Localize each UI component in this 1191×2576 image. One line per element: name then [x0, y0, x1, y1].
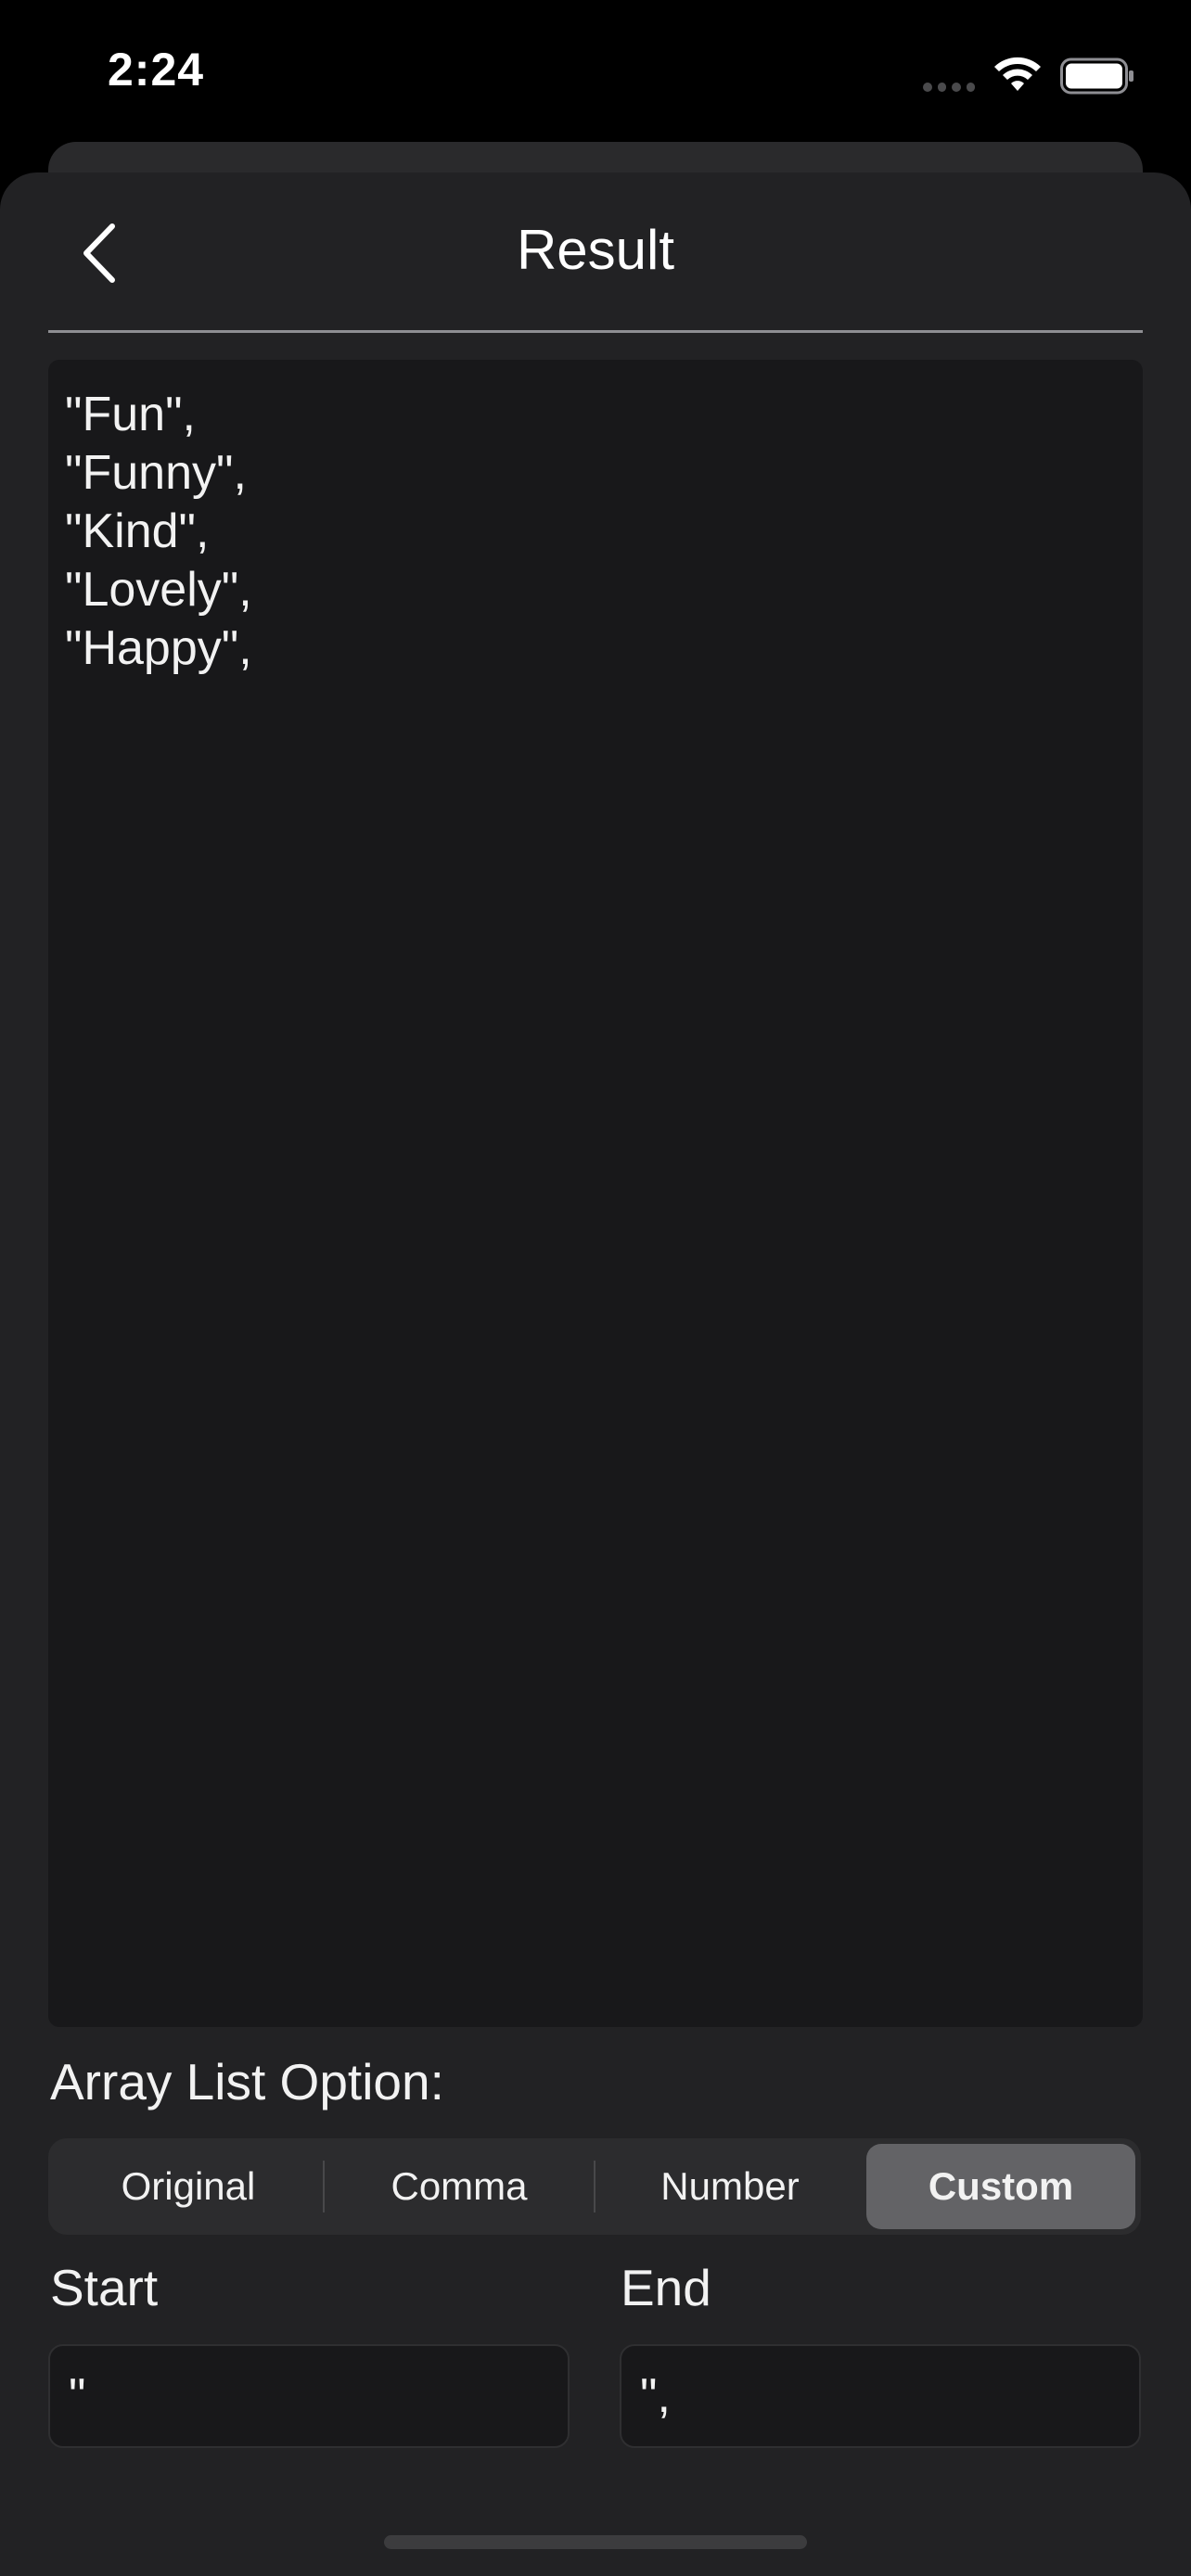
status-time: 2:24 [108, 44, 205, 96]
array-list-option-control: Original Comma Number Custom [48, 2138, 1141, 2235]
start-label: Start [50, 2259, 159, 2316]
end-field[interactable] [620, 2344, 1141, 2448]
header-divider [48, 330, 1143, 333]
result-line: "Kind", [65, 504, 210, 558]
result-line: "Fun", [65, 388, 196, 441]
result-line: "Happy", [65, 621, 252, 675]
battery-icon [1060, 57, 1133, 95]
segment-custom[interactable]: Custom [866, 2144, 1135, 2229]
segment-original[interactable]: Original [54, 2144, 323, 2229]
array-list-option-label: Array List Option: [50, 2053, 444, 2111]
segment-comma[interactable]: Comma [325, 2144, 594, 2229]
wifi-icon [994, 57, 1041, 91]
end-label: End [621, 2259, 711, 2316]
start-field[interactable] [48, 2344, 570, 2448]
home-indicator [384, 2535, 807, 2549]
page-title: Result [516, 219, 675, 281]
cellular-signal-icon [923, 83, 975, 92]
segment-number[interactable]: Number [596, 2144, 864, 2229]
status-bar: 2:24 [0, 0, 1191, 148]
result-line: "Lovely", [65, 563, 252, 617]
result-line: "Funny", [65, 446, 247, 500]
result-text-area[interactable]: "Fun", "Funny", "Kind", "Lovely", "Happy… [48, 360, 1143, 2027]
